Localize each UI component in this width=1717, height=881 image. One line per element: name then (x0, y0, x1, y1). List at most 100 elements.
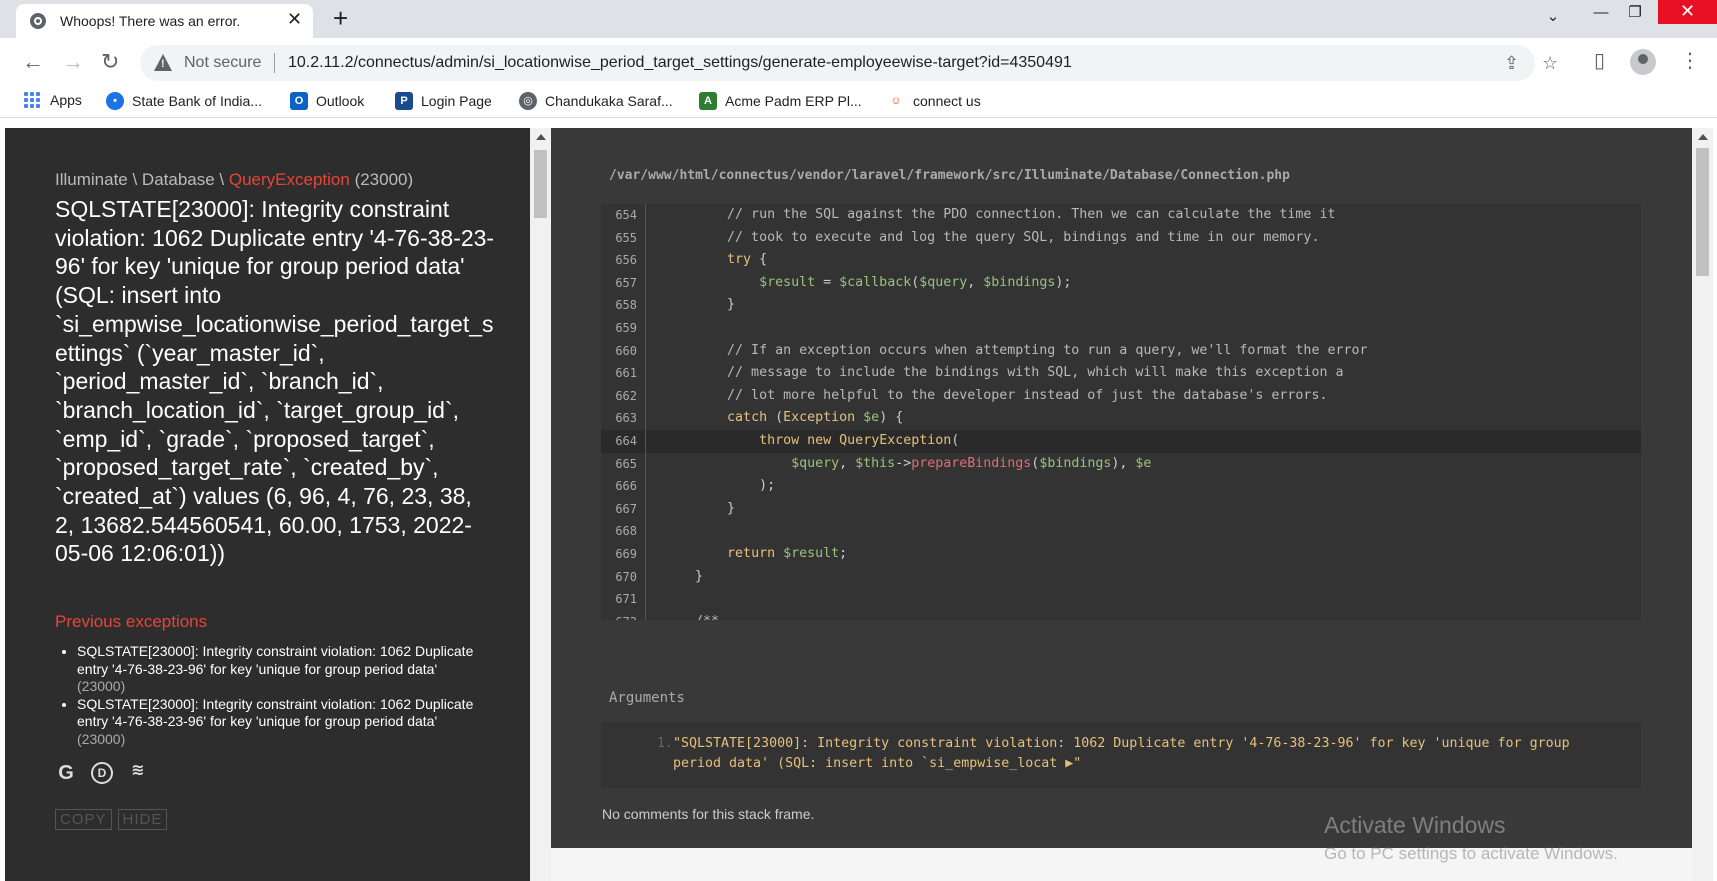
close-button[interactable]: ✕ (1658, 0, 1717, 24)
restore-button[interactable]: ❐ (1612, 0, 1658, 32)
copy-button[interactable]: COPY (55, 809, 112, 830)
line-code: // lot more helpful to the developer ins… (663, 387, 1328, 403)
previous-exception-item: SQLSTATE[23000]: Integrity constraint vi… (77, 643, 475, 696)
argument-value[interactable]: "SQLSTATE[23000]: Integrity constraint v… (673, 734, 1613, 774)
line-code: } (663, 500, 736, 516)
reload-icon[interactable]: ↻ (101, 50, 119, 74)
gutter-divider (645, 339, 646, 363)
code-line: 659 (601, 316, 1641, 340)
stack-frame-panel: /var/www/html/connectus/vendor/laravel/f… (551, 128, 1692, 848)
line-code: $query, $this->prepareBindings($bindings… (791, 455, 1152, 471)
bookmark-label: Acme Padm ERP Pl... (725, 93, 862, 109)
code-line: 655 // took to execute and log the query… (601, 226, 1641, 250)
menu-dots-icon[interactable]: ⋮ (1680, 48, 1700, 73)
line-code: try { (727, 252, 768, 268)
stackoverflow-icon[interactable]: ≋ (127, 762, 149, 784)
gutter-divider (645, 565, 646, 589)
gutter-divider (645, 204, 646, 227)
left-scrollbar[interactable] (530, 128, 551, 881)
scrollbar-thumb[interactable] (534, 150, 547, 218)
apps-grid-icon (24, 92, 42, 108)
arguments-title: Arguments (609, 690, 685, 706)
gutter-divider (645, 407, 646, 430)
tab-close-icon[interactable]: ✕ (287, 9, 302, 30)
google-icon[interactable]: G (55, 762, 77, 784)
gutter-divider (645, 362, 646, 385)
outlook-icon: O (290, 92, 308, 110)
exception-message: SQLSTATE[23000]: Integrity constraint vi… (55, 196, 495, 567)
right-scrollbar[interactable] (1692, 128, 1713, 881)
gutter-divider (645, 384, 646, 408)
previous-exception-text: SQLSTATE[23000]: Integrity constraint vi… (77, 695, 474, 730)
code-line: 667 } (601, 497, 1641, 521)
bookmark-sbi[interactable]: • State Bank of India... (106, 92, 262, 110)
code-line: 654 // run the SQL against the PDO conne… (601, 204, 1641, 227)
bookmark-apps[interactable]: Apps (24, 92, 82, 108)
previous-exception-item: SQLSTATE[23000]: Integrity constraint vi… (77, 696, 475, 749)
line-code: // run the SQL against the PDO connectio… (663, 207, 1336, 222)
code-line: 656 try { (601, 249, 1641, 272)
code-viewer: 654 // run the SQL against the PDO conne… (601, 204, 1641, 620)
line-number: 663 (615, 411, 637, 426)
url-text[interactable]: 10.2.11.2/connectus/admin/si_locationwis… (288, 54, 1072, 72)
scroll-up-arrow-icon[interactable] (1698, 134, 1708, 140)
forward-icon[interactable]: → (62, 50, 84, 74)
line-code: catch (Exception $e) { (727, 410, 904, 426)
warning-icon (154, 54, 172, 71)
gutter-divider (645, 271, 646, 295)
exception-panel: Illuminate \ Database \ QueryException (… (5, 128, 530, 881)
new-tab-button[interactable]: + (333, 4, 348, 32)
line-number: 670 (615, 569, 637, 584)
bookmark-acme[interactable]: A Acme Padm ERP Pl... (699, 92, 862, 110)
star-icon[interactable]: ☆ (1542, 53, 1558, 74)
code-line: 666 ); (601, 475, 1641, 498)
profile-avatar-icon[interactable] (1630, 49, 1656, 75)
scrollbar-thumb[interactable] (1696, 148, 1709, 276)
gutter-divider (645, 610, 646, 620)
browser-toolbar: ← → ↻ Not secure 10.2.11.2/connectus/adm… (0, 38, 1717, 88)
line-number: 660 (615, 343, 637, 358)
exception-class: QueryException (228, 170, 350, 189)
line-code: } (663, 568, 704, 584)
bookmark-label: Chandukaka Saraf... (545, 93, 673, 109)
gutter-divider (645, 542, 646, 566)
gutter-divider (645, 429, 646, 453)
bookmark-label: State Bank of India... (132, 93, 262, 109)
gutter-divider (645, 497, 646, 521)
line-number: 656 (615, 253, 637, 268)
browser-tab[interactable]: Whoops! There was an error. ✕ (16, 4, 313, 38)
no-comments-text: No comments for this stack frame. (602, 806, 815, 822)
line-code: /** (663, 611, 719, 620)
gutter-divider (645, 520, 646, 543)
bookmark-label: Login Page (421, 93, 492, 109)
address-bar[interactable]: Not secure 10.2.11.2/connectus/admin/si_… (140, 45, 1558, 81)
previous-exception-code: (23000) (77, 730, 126, 747)
side-panel-icon[interactable]: ▯ (1594, 48, 1605, 73)
line-number: 669 (615, 546, 637, 561)
share-icon[interactable]: ⇪ (1504, 53, 1519, 74)
line-number: 672 (601, 611, 637, 620)
line-number: 655 (615, 230, 637, 245)
bookmark-login-page[interactable]: P Login Page (395, 92, 492, 110)
tab-search-icon[interactable]: ⌄ (1530, 4, 1576, 36)
code-line: 668 (601, 520, 1641, 543)
frame-file-path: /var/www/html/connectus/vendor/laravel/f… (609, 168, 1290, 183)
exception-namespace: Illuminate \ Database \ (55, 170, 229, 189)
duckduckgo-icon[interactable]: D (91, 762, 113, 784)
bookmark-outlook[interactable]: O Outlook (290, 92, 364, 110)
line-code: // If an exception occurs when attemptin… (663, 342, 1368, 358)
not-secure-label[interactable]: Not secure (184, 54, 261, 72)
previous-exception-code: (23000) (77, 678, 126, 694)
tab-title: Whoops! There was an error. (60, 13, 241, 29)
globe-icon: ◎ (519, 92, 537, 110)
line-code: // message to include the bindings with … (663, 365, 1344, 381)
bookmark-connect-us[interactable]: ☺ connect us (887, 92, 981, 110)
back-icon[interactable]: ← (22, 50, 44, 74)
hide-button[interactable]: HIDE (117, 809, 168, 830)
code-line: 662 // lot more helpful to the developer… (601, 384, 1641, 408)
exception-breadcrumb: Illuminate \ Database \ QueryException (… (55, 170, 413, 190)
bookmark-chandukaka[interactable]: ◎ Chandukaka Saraf... (519, 92, 673, 110)
argument-number: 1. (657, 736, 673, 751)
scroll-up-arrow-icon[interactable] (536, 134, 546, 140)
code-line: 657 $result = $callback($query, $binding… (601, 271, 1641, 295)
